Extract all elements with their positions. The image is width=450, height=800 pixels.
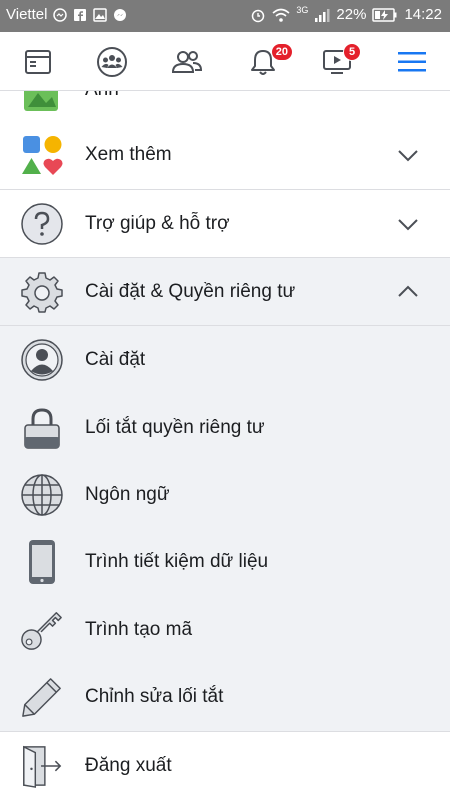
menu-item-settings-privacy[interactable]: Cài đặt & Quyền riêng tư [0,257,450,325]
pencil-icon [20,675,64,719]
globe-icon [20,473,64,517]
gallery-icon [93,7,108,22]
menu-item-help-support[interactable]: Trợ giúp & hỗ trợ [0,189,450,257]
watch-badge: 5 [343,43,361,61]
language-label: Ngôn ngữ [85,483,170,505]
lock-icon [20,406,64,450]
battery-percent: 22% [336,6,367,23]
network-type: 3G [296,4,309,15]
hamburger-menu-icon [398,52,426,72]
clock: 14:22 [404,6,442,23]
messenger-icon [114,8,127,21]
gear-icon [20,270,64,314]
menu-item-logout[interactable]: Đăng xuất [0,731,450,799]
status-bar: Viettel 3G 22% 14:22 [0,0,450,32]
nav-friends[interactable] [165,40,209,84]
data-saver-label: Trình tiết kiệm dữ liệu [85,550,269,572]
alarm-icon [252,9,265,22]
menu-item-photos[interactable]: Ảnh [0,91,450,121]
nav-groups[interactable] [90,40,134,84]
key-icon [20,608,64,652]
chevron-down-icon [398,218,418,230]
see-more-label: Xem thêm [85,143,172,165]
nav-notifications[interactable]: 20 [241,40,293,84]
phone-icon [20,539,64,584]
facebook-icon [74,8,87,21]
messenger-bubble-icon [53,7,68,22]
code-generator-label: Trình tạo mã [85,618,193,640]
menu-item-see-more[interactable]: Xem thêm [0,121,450,188]
logout-door-icon [20,744,64,788]
menu-item-edit-shortcuts[interactable]: Chỉnh sửa lối tắt [0,663,450,730]
nav-menu[interactable] [390,40,434,84]
settings-label: Cài đặt [85,348,146,370]
chevron-down-icon [398,149,418,161]
help-support-label: Trợ giúp & hỗ trợ [85,212,230,234]
status-bar-left: Viettel [6,6,127,23]
notifications-badge: 20 [270,43,293,61]
wifi-icon [272,8,290,22]
groups-icon [97,47,127,77]
menu-item-code-generator[interactable]: Trình tạo mã [0,596,450,663]
photos-icon [24,91,58,111]
logout-label: Đăng xuất [85,754,172,776]
photos-label: Ảnh [85,91,119,101]
help-icon [20,202,64,246]
menu-item-language[interactable]: Ngôn ngữ [0,461,450,528]
friends-icon [171,51,203,73]
top-navigation: 20 5 [0,32,450,91]
settings-privacy-label: Cài đặt & Quyền riêng tư [85,280,296,302]
nav-watch[interactable]: 5 [315,40,361,84]
nav-news-feed[interactable] [16,40,60,84]
battery-charging-icon [372,7,397,22]
menu-item-privacy-shortcuts[interactable]: Lối tắt quyền riêng tư [0,394,450,461]
privacy-shortcuts-label: Lối tắt quyền riêng tư [85,416,265,438]
news-feed-icon [25,50,51,74]
chevron-up-icon [398,285,418,297]
menu-item-settings[interactable]: Cài đặt [0,326,450,393]
edit-shortcuts-label: Chỉnh sửa lối tắt [85,685,224,707]
settings-submenu: Cài đặt Lối tắt quyền riêng tư Ngôn ngữ … [0,325,450,731]
shapes-icon [20,133,64,177]
menu-item-data-saver[interactable]: Trình tiết kiệm dữ liệu [0,528,450,595]
status-bar-right: 3G 22% 14:22 [250,4,442,23]
profile-icon [20,338,64,382]
carrier-name: Viettel [6,6,48,23]
signal-icon [315,8,330,22]
